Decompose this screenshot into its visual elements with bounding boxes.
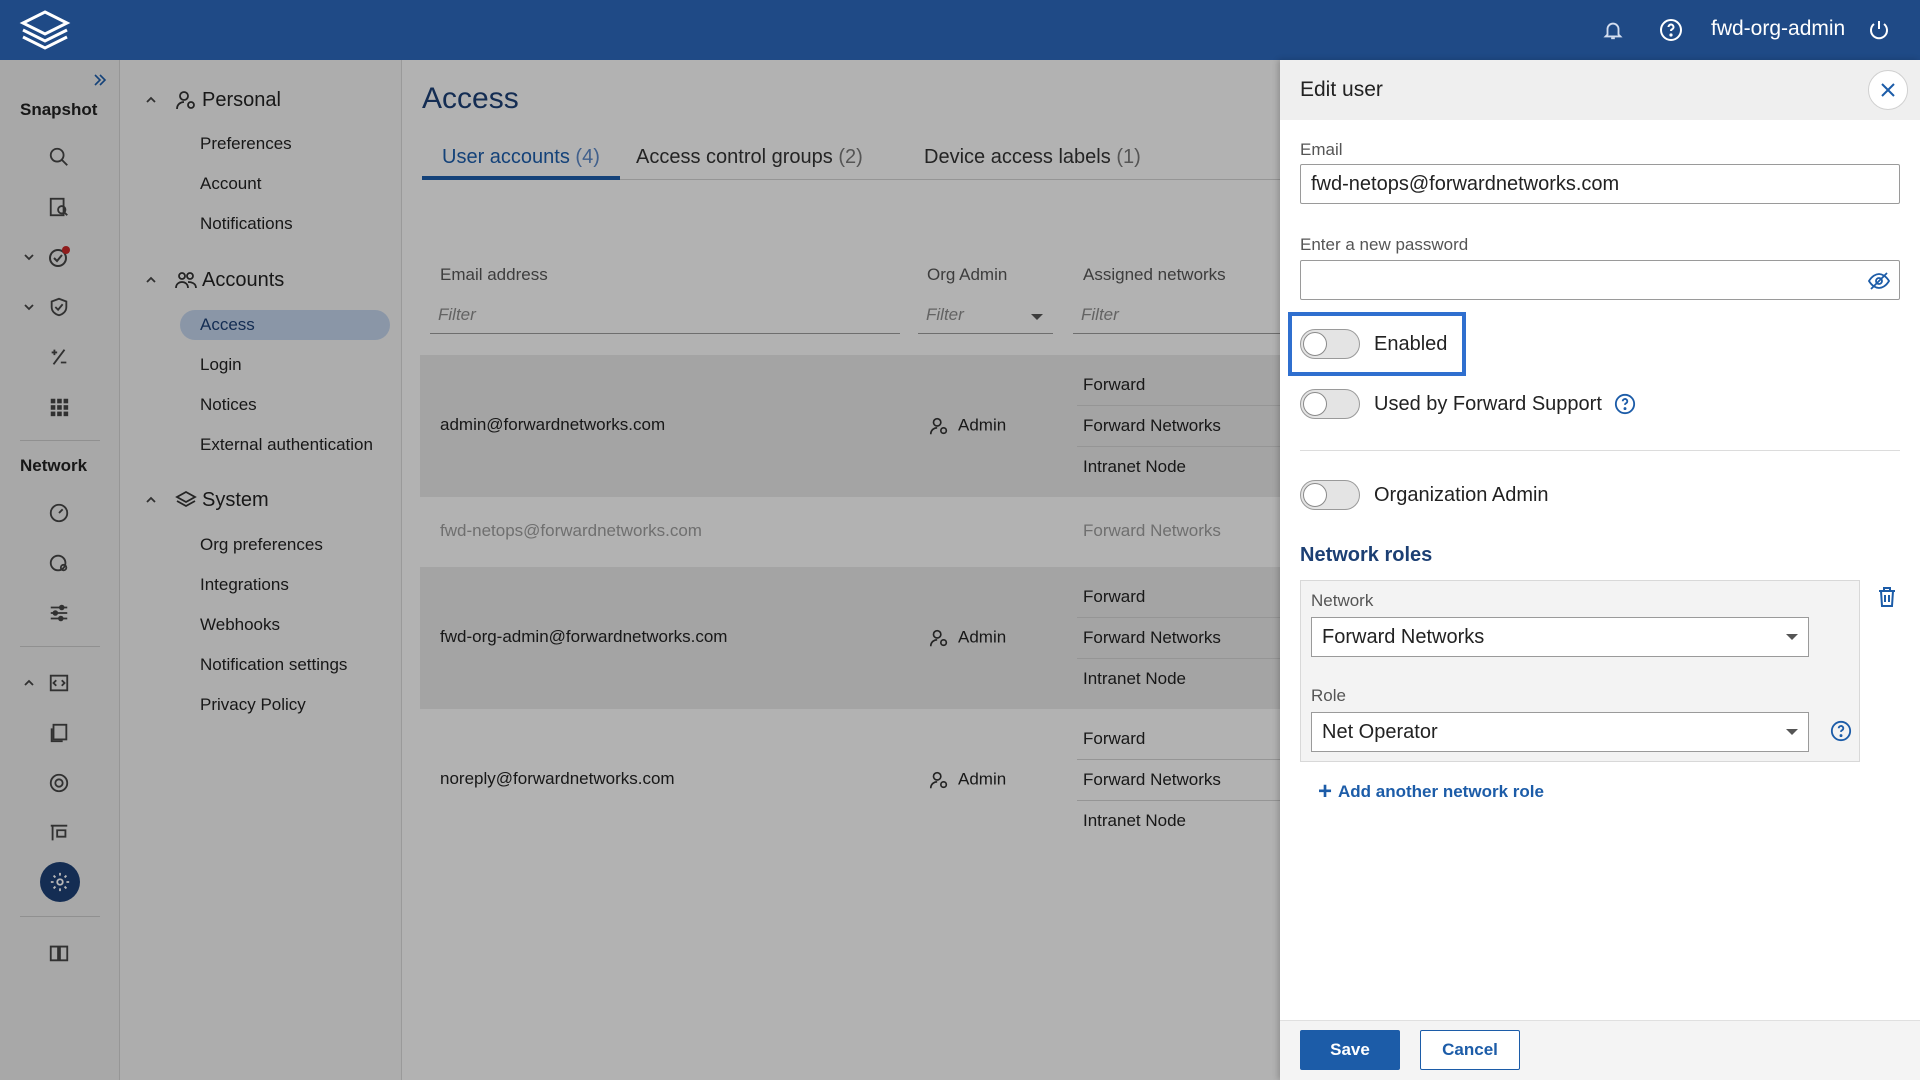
network-select[interactable]: Forward Networks bbox=[1311, 617, 1809, 657]
org-admin-toggle-row[interactable]: Organization Admin bbox=[1300, 480, 1549, 510]
cancel-button[interactable]: Cancel bbox=[1420, 1030, 1520, 1070]
network-roles-title: Network roles bbox=[1300, 544, 1433, 566]
role-label: Role bbox=[1311, 686, 1346, 705]
trash-icon[interactable] bbox=[1876, 585, 1898, 609]
panel-divider bbox=[1300, 450, 1900, 451]
close-icon bbox=[1881, 83, 1895, 97]
panel-title: Edit user bbox=[1300, 78, 1383, 101]
top-bar: fwd-org-admin bbox=[0, 0, 1920, 60]
add-role-label: Add another network role bbox=[1338, 782, 1544, 801]
save-button[interactable]: Save bbox=[1300, 1030, 1400, 1070]
caret-down-icon bbox=[1786, 634, 1798, 640]
enabled-toggle-row[interactable]: Enabled bbox=[1300, 329, 1447, 359]
support-toggle[interactable] bbox=[1300, 389, 1360, 419]
org-admin-label: Organization Admin bbox=[1374, 483, 1549, 506]
user-menu[interactable]: fwd-org-admin bbox=[1711, 17, 1845, 41]
panel-header: Edit user bbox=[1280, 60, 1920, 120]
network-value: Forward Networks bbox=[1322, 626, 1485, 648]
modal-backdrop[interactable] bbox=[0, 60, 1280, 1080]
role-value: Net Operator bbox=[1322, 721, 1438, 743]
role-select[interactable]: Net Operator bbox=[1311, 712, 1809, 752]
support-label: Used by Forward Support bbox=[1374, 392, 1602, 415]
help-icon[interactable] bbox=[1658, 17, 1684, 43]
password-label: Enter a new password bbox=[1300, 235, 1469, 254]
role-help-icon[interactable] bbox=[1830, 720, 1852, 742]
toggle-knob bbox=[1303, 332, 1327, 356]
email-label: Email bbox=[1300, 140, 1343, 159]
enabled-toggle[interactable] bbox=[1300, 329, 1360, 359]
help-icon[interactable] bbox=[1614, 393, 1636, 415]
network-label: Network bbox=[1311, 591, 1374, 610]
eye-off-icon[interactable] bbox=[1867, 269, 1891, 293]
enabled-label: Enabled bbox=[1374, 332, 1448, 355]
toggle-knob bbox=[1303, 483, 1327, 507]
bell-icon[interactable] bbox=[1600, 17, 1626, 43]
password-field[interactable] bbox=[1300, 260, 1900, 300]
network-role-card: Network Forward Networks Role Net Operat… bbox=[1300, 580, 1860, 762]
email-field[interactable]: fwd-netops@forwardnetworks.com bbox=[1300, 164, 1900, 204]
close-button[interactable] bbox=[1868, 70, 1908, 110]
forward-logo-icon[interactable] bbox=[18, 9, 72, 51]
caret-down-icon bbox=[1786, 729, 1798, 735]
support-toggle-row[interactable]: Used by Forward Support bbox=[1300, 389, 1636, 419]
edit-user-panel: Edit user Email fwd-netops@forwardnetwor… bbox=[1280, 60, 1920, 1080]
power-icon[interactable] bbox=[1866, 17, 1892, 43]
add-network-role-button[interactable]: + Add another network role bbox=[1318, 778, 1544, 805]
toggle-knob bbox=[1303, 392, 1327, 416]
org-admin-toggle[interactable] bbox=[1300, 480, 1360, 510]
plus-icon: + bbox=[1318, 778, 1333, 805]
